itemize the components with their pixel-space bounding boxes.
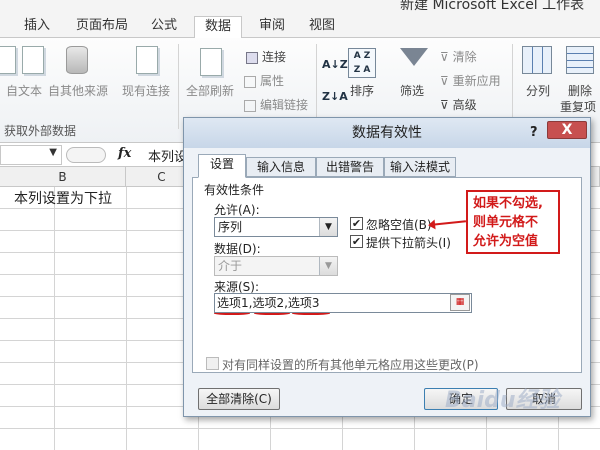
range-select-icon[interactable]: ▦ xyxy=(450,294,470,311)
filter-button[interactable]: 筛选 xyxy=(400,82,424,99)
remove-duplicates-icon xyxy=(566,46,594,74)
tab-page-layout[interactable]: 页面布局 xyxy=(70,16,134,38)
clear-button[interactable]: ⊽ 清除 xyxy=(440,48,477,65)
clear-filter-icon: ⊽ xyxy=(440,50,453,64)
edit-links-icon xyxy=(244,99,256,112)
refresh-all-icon xyxy=(200,48,222,76)
clear-all-button[interactable]: 全部清除(C) xyxy=(198,388,280,410)
allow-value: 序列 xyxy=(218,220,243,234)
allow-label: 允许(A): xyxy=(214,203,260,217)
from-text-icon xyxy=(22,46,44,74)
clear-label: 清除 xyxy=(452,50,477,64)
filter-icon xyxy=(400,48,428,66)
edit-links-label: 编辑链接 xyxy=(260,98,309,112)
gridline xyxy=(126,187,127,450)
data-select: 介于 ▼ xyxy=(214,256,338,276)
annotation-line-3: 允许为空值 xyxy=(473,234,539,249)
dropdown-arrow-label: 提供下拉箭头(I) xyxy=(366,236,451,250)
reapply-icon: ⊽ xyxy=(440,74,453,88)
sort-icon: A ZZ A xyxy=(348,48,376,78)
other-sources-icon xyxy=(66,46,88,74)
underline-mark xyxy=(214,311,250,315)
tab-data[interactable]: 数据 xyxy=(194,16,242,39)
tab-ime-mode[interactable]: 输入法模式 xyxy=(384,157,456,177)
remove-duplicates-label-2: 重复项 xyxy=(560,100,597,114)
formula-bar-splitter[interactable] xyxy=(66,147,106,163)
watermark: Baidu经验 xyxy=(445,388,560,413)
underline-mark xyxy=(254,311,290,315)
column-header-b[interactable]: B xyxy=(0,167,126,187)
sort-ascending-button[interactable]: A↓Z xyxy=(322,58,348,71)
from-other-sources-button[interactable]: 自其他来源 xyxy=(48,82,108,99)
ignore-blank-checkbox[interactable]: ✔ xyxy=(350,217,363,230)
advanced-button[interactable]: ⊽ 高级 xyxy=(440,96,477,113)
tab-error-alert[interactable]: 出错警告 xyxy=(316,157,384,177)
chevron-down-icon: ▼ xyxy=(319,257,337,275)
ignore-blank-label: 忽略空值(B) xyxy=(366,218,432,232)
name-box[interactable]: ▼ xyxy=(0,145,62,165)
group-label-external-data: 获取外部数据 xyxy=(4,124,77,138)
annotation-box: 如果不勾选, 则单元格不 允许为空值 xyxy=(466,190,560,254)
connections-button[interactable]: 连接 xyxy=(246,48,286,65)
cell-b1[interactable]: 本列设置为下拉 xyxy=(14,188,112,208)
reapply-button[interactable]: ⊽ 重新应用 xyxy=(440,72,501,89)
data-label: 数据(D): xyxy=(214,242,261,256)
section-title: 有效性条件 xyxy=(204,183,265,197)
edit-links-button[interactable]: 编辑链接 xyxy=(244,96,308,113)
existing-connections-button[interactable]: 现有连接 xyxy=(122,82,170,99)
tab-insert[interactable]: 插入 xyxy=(14,16,60,38)
from-access-icon xyxy=(0,46,16,74)
ribbon-tabs: 插入 页面布局 公式 数据 审阅 视图 xyxy=(0,14,600,39)
apply-all-label: 对有同样设置的所有其他单元格应用这些更改(P) xyxy=(222,358,479,372)
sort-button[interactable]: 排序 xyxy=(350,82,374,99)
sort-descending-button[interactable]: Z↓A xyxy=(322,90,348,103)
close-button[interactable]: X xyxy=(547,121,587,139)
allow-select[interactable]: 序列 ▼ xyxy=(214,217,338,237)
tab-settings[interactable]: 设置 xyxy=(198,154,246,178)
properties-label: 属性 xyxy=(260,74,285,88)
advanced-filter-icon: ⊽ xyxy=(440,98,453,112)
help-icon[interactable]: ? xyxy=(530,123,542,143)
reapply-label: 重新应用 xyxy=(452,74,501,88)
data-value: 介于 xyxy=(218,259,243,273)
name-box-dropdown-icon[interactable]: ▼ xyxy=(49,147,57,158)
tab-review[interactable]: 审阅 xyxy=(252,16,292,38)
text-to-columns-button[interactable]: 分列 xyxy=(526,82,550,99)
separator xyxy=(178,44,179,129)
remove-duplicates-button[interactable]: 删除 xyxy=(568,82,592,99)
tab-formulas[interactable]: 公式 xyxy=(144,16,184,38)
formula-content[interactable]: 本列设 xyxy=(148,146,187,165)
apply-all-checkbox xyxy=(206,357,219,370)
text-to-columns-icon xyxy=(522,46,552,74)
connections-icon xyxy=(246,51,258,64)
connections-label: 连接 xyxy=(262,50,287,64)
properties-icon xyxy=(244,75,256,88)
dropdown-arrow-checkbox[interactable]: ✔ xyxy=(350,235,363,248)
underline-mark xyxy=(292,311,330,315)
window-title: 新建 Microsoft Excel 工作表 xyxy=(400,0,585,13)
annotation-line-1: 如果不勾选, xyxy=(473,196,543,211)
tab-view[interactable]: 视图 xyxy=(302,16,342,38)
properties-button[interactable]: 属性 xyxy=(244,72,284,89)
refresh-all-button[interactable]: 全部刷新 xyxy=(186,82,234,99)
insert-function-icon[interactable]: fx xyxy=(118,146,131,161)
advanced-label: 高级 xyxy=(452,98,477,112)
source-input[interactable]: 选项1,选项2,选项3 xyxy=(214,293,472,313)
chevron-down-icon[interactable]: ▼ xyxy=(319,218,337,236)
annotation-line-2: 则单元格不 xyxy=(473,215,539,230)
window-titlebar: 新建 Microsoft Excel 工作表 xyxy=(0,0,600,14)
from-text-button[interactable]: 自文本 xyxy=(6,82,42,99)
tab-input-message[interactable]: 输入信息 xyxy=(246,157,316,177)
existing-connections-icon xyxy=(136,46,158,74)
